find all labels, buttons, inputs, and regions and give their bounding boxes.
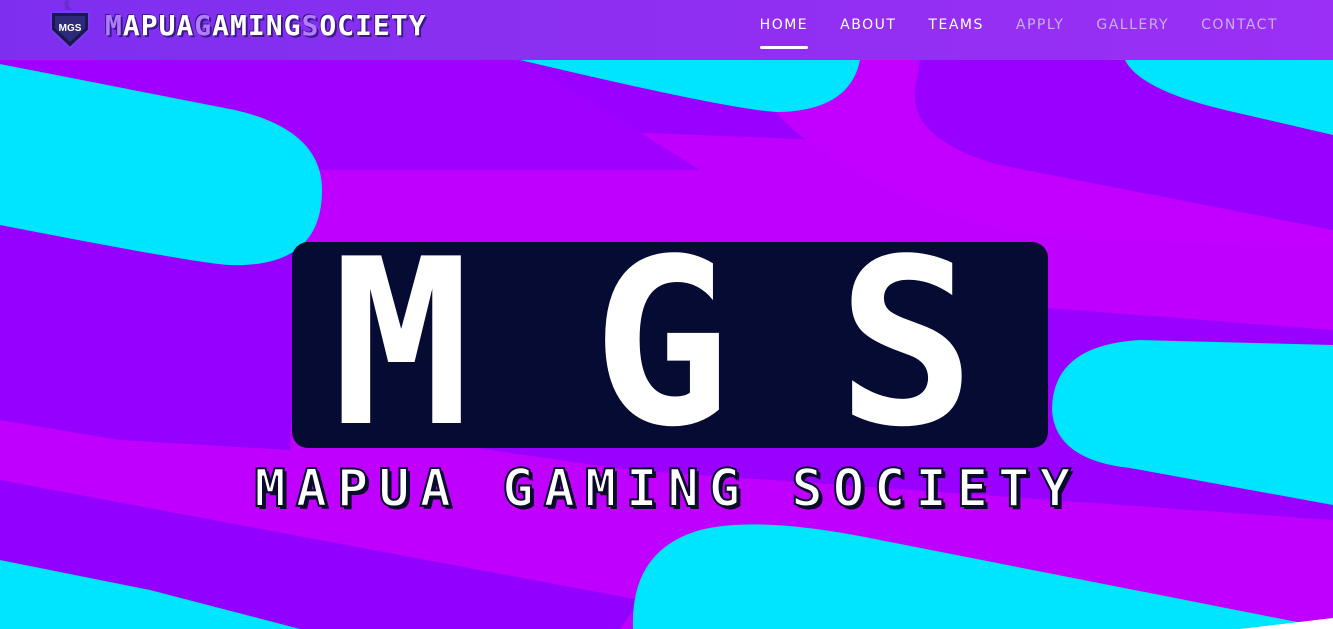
nav-teams[interactable]: TEAMS	[928, 13, 983, 37]
nav-apply[interactable]: APPLY	[1016, 13, 1064, 37]
mgs-shield-icon: MGS	[50, 0, 90, 50]
logo-letter-s: S	[837, 211, 976, 478]
nav-home[interactable]: HOME	[759, 13, 809, 49]
brand-letter: M	[105, 8, 123, 42]
logo-letter-g: G	[592, 211, 731, 478]
mgs-logo-block: M G S	[292, 211, 1048, 478]
nav-links: HOME ABOUT TEAMS APPLY GALLERY CONTACT	[759, 0, 1278, 50]
hero-tagline: MAPUA GAMING SOCIETY	[253, 458, 1081, 520]
brand[interactable]: MGS MAPUAGAMINGSOCIETY	[45, 0, 426, 50]
brand-letter: S	[301, 8, 320, 42]
brand-word: APUA	[122, 8, 195, 42]
brand-word: OCIETY	[319, 8, 427, 42]
brand-letter: G	[194, 8, 213, 42]
brand-logo-text: MGS	[59, 23, 82, 34]
nav-gallery[interactable]: GALLERY	[1096, 13, 1169, 37]
brand-word: AMING	[212, 8, 302, 42]
logo-letter-m: M	[332, 211, 471, 478]
nav-about[interactable]: ABOUT	[840, 13, 896, 37]
top-navbar: MGS MAPUAGAMINGSOCIETY HOME ABOUT TEAMS …	[0, 0, 1333, 60]
nav-contact[interactable]: CONTACT	[1201, 13, 1278, 37]
brand-name: MAPUAGAMINGSOCIETY	[105, 9, 426, 42]
